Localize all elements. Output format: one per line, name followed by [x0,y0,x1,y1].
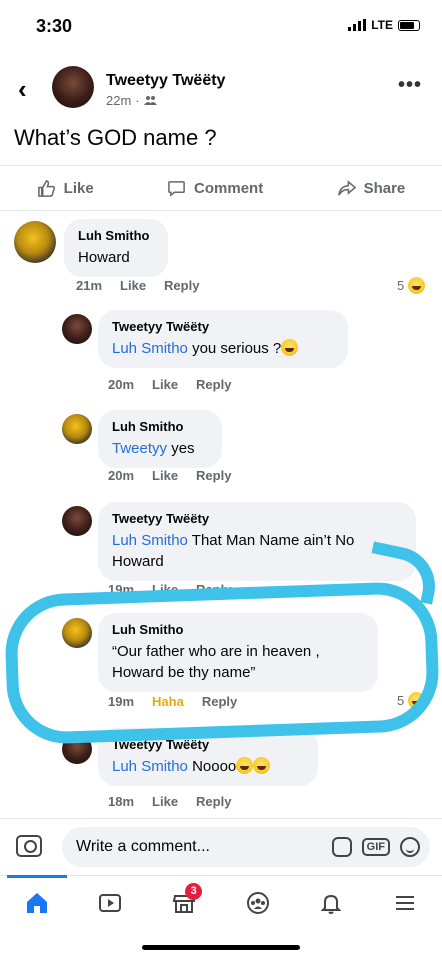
thumbs-up-icon [37,179,55,197]
comment-text: Howard [78,249,130,266]
sticker-icon[interactable] [331,837,352,857]
status-indicators: LTE [348,18,420,32]
comment-label: Comment [194,179,264,197]
more-options-button[interactable]: ••• [398,74,422,97]
post-time: 22m [106,93,132,108]
laughing-emoji-icon [253,757,271,774]
battery-icon [398,19,420,31]
home-icon [26,892,47,913]
reaction-count-value: 5 [397,278,405,293]
mention-link[interactable]: Luh Smitho [112,532,188,549]
post-header: ‹ Tweetyy Twëëty 22m · ••• [0,60,442,116]
comment-like-button[interactable]: Like [152,794,178,809]
like-button[interactable]: Like [37,179,94,198]
comment-author[interactable]: Luh Smitho [112,419,208,434]
comment-time: 20m [108,468,135,483]
comment-text: Noooo [192,758,237,775]
status-bar: 3:30 LTE [0,0,442,50]
comment-like-button[interactable]: Like [152,468,178,483]
haha-emoji-icon [408,277,426,294]
comment-like-button[interactable]: Like [120,278,146,293]
menu-icon [396,895,415,910]
comment-bubble[interactable]: Tweetyy Twëëty Luh Smitho you serious ? [98,310,348,368]
network-label: LTE [371,18,393,32]
emoji-icon[interactable] [400,837,420,857]
tab-watch[interactable] [90,883,130,923]
post-actions: Like Comment Share [0,165,442,211]
comment-meta: 20m Like Reply [108,468,231,483]
comment-time: 20m [108,377,135,392]
avatar[interactable] [14,221,56,263]
mention-link[interactable]: Luh Smitho [112,340,188,357]
comment-reply-button[interactable]: Reply [164,278,199,293]
camera-icon[interactable] [16,835,42,857]
avatar[interactable] [62,414,92,444]
comment-reply-button[interactable]: Reply [196,377,231,392]
bell-icon [321,894,342,914]
laughing-emoji-icon [236,757,254,774]
status-time: 3:30 [36,16,73,36]
post-meta: 22m · [106,93,157,108]
tab-menu[interactable] [385,883,425,923]
avatar[interactable] [62,506,92,536]
comment-meta: 18m Like Reply [108,794,231,809]
input-icons: GIF [331,837,420,857]
like-label: Like [63,179,94,197]
mention-link[interactable]: Tweetyy [112,440,167,457]
video-icon [99,893,122,912]
comment-bubble[interactable]: Luh Smitho Howard [64,219,168,277]
comment-icon [168,180,185,197]
avatar[interactable] [62,314,92,344]
comment-text: yes [171,440,195,457]
comment-text: you serious ? [192,340,282,357]
separator-dot: · [135,93,140,108]
post-author[interactable]: Tweetyy Twëëty [106,72,225,90]
comment-reply-button[interactable]: Reply [196,468,231,483]
tab-home[interactable] [6,874,67,923]
notification-badge: 3 [185,882,203,900]
reaction-count[interactable]: 5 [397,277,426,294]
comment-time: 18m [108,794,135,809]
comment-author[interactable]: Tweetyy Twëëty [112,511,402,526]
comment-meta: 20m Like Reply [108,377,231,392]
comment-meta: 21m Like Reply [76,278,199,293]
back-button[interactable]: ‹ [18,74,27,105]
signal-icon [348,19,367,31]
comment-bubble[interactable]: Luh Smitho Tweetyy yes [98,410,222,468]
tab-groups[interactable] [238,883,278,923]
comment-button[interactable]: Comment [167,179,263,198]
comment-time: 21m [76,278,103,293]
friends-icon [143,96,157,105]
share-label: Share [363,179,406,197]
groups-icon [246,891,269,914]
home-indicator[interactable] [142,945,300,950]
avatar[interactable] [52,66,94,108]
gif-button[interactable]: GIF [361,838,390,856]
comment-like-button[interactable]: Like [152,377,178,392]
tab-notifications[interactable] [311,883,351,923]
mention-link[interactable]: Luh Smitho [112,758,188,775]
comment-author[interactable]: Luh Smitho [78,228,154,243]
share-button[interactable]: Share [337,179,406,198]
laughing-emoji-icon [281,339,299,356]
bottom-tab-bar: 3 [0,874,442,929]
comment-author[interactable]: Tweetyy Twëëty [112,319,334,334]
comment-reply-button[interactable]: Reply [196,794,231,809]
tab-marketplace[interactable]: 3 [164,882,204,923]
share-icon [337,179,356,196]
comment-composer: GIF [0,818,442,874]
highlight-circle [3,580,441,746]
post-text: What’s GOD name ? [14,125,217,150]
